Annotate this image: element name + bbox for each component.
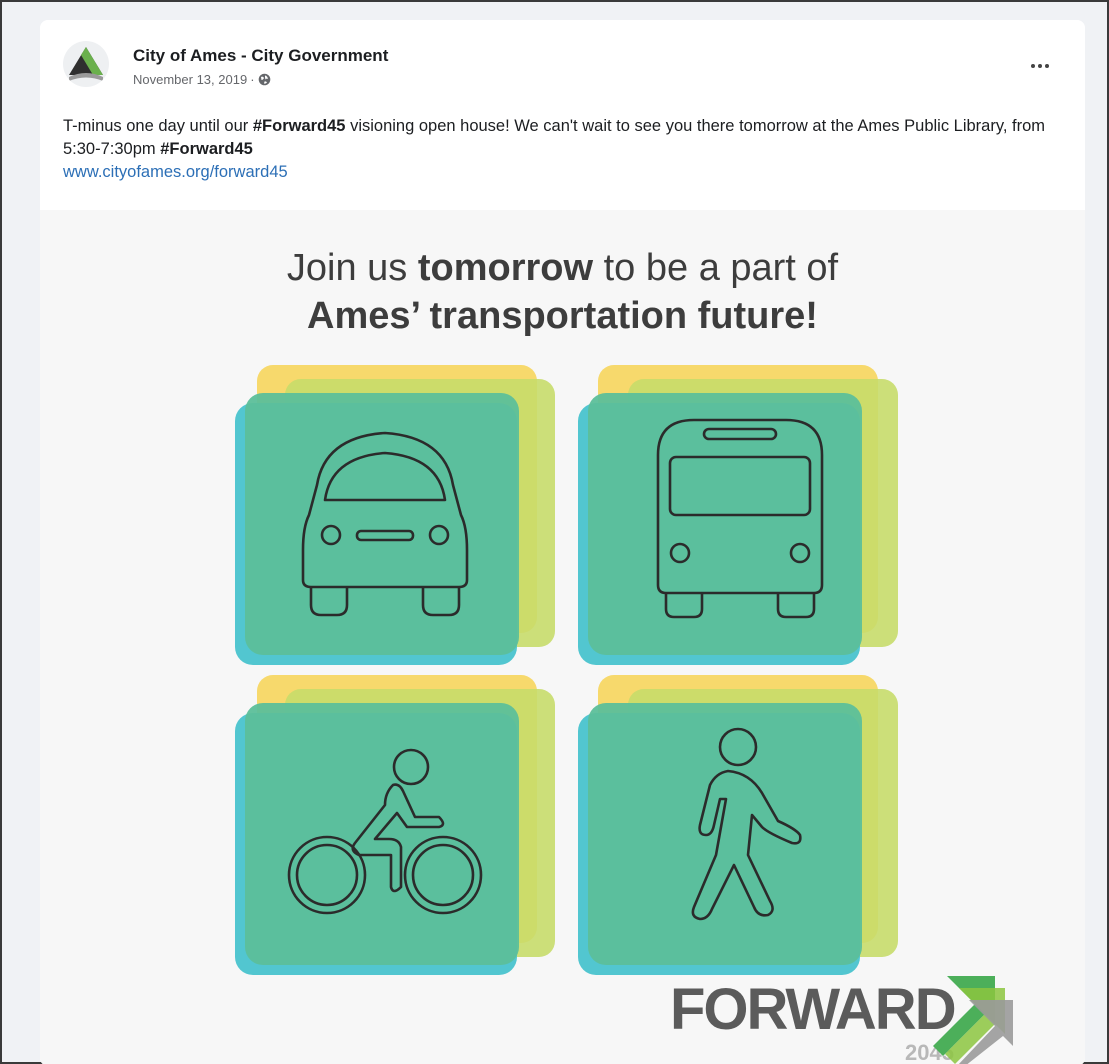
logo-word: FORWARD xyxy=(670,977,957,1042)
car-tile xyxy=(235,365,565,675)
hashtag-forward45-2[interactable]: #Forward45 xyxy=(160,140,253,158)
more-options-icon xyxy=(1031,64,1035,68)
post-body: T-minus one day until our #Forward45 vis… xyxy=(63,115,1053,184)
headline-bold: tomorrow xyxy=(417,247,594,289)
globe-icon xyxy=(258,73,271,86)
meta-separator: · xyxy=(250,72,255,87)
page-name-link[interactable]: City of Ames - City Government xyxy=(133,46,388,66)
bicycle-tile xyxy=(235,675,565,985)
post-meta: November 13, 2019 · xyxy=(133,72,271,87)
image-headline: Join us tomorrow to be a part of Ames’ t… xyxy=(40,244,1085,340)
more-options-button[interactable] xyxy=(1025,56,1055,76)
screenshot-frame: City of Ames - City Government November … xyxy=(0,0,1109,1064)
page-avatar[interactable] xyxy=(63,41,109,87)
headline-line2: Ames’ transportation future! xyxy=(307,295,818,337)
city-of-ames-logo-icon xyxy=(69,47,103,81)
forward45-link[interactable]: www.cityofames.org/forward45 xyxy=(63,161,1053,184)
post-image[interactable]: Join us tomorrow to be a part of Ames’ t… xyxy=(40,210,1085,1064)
headline-prefix: Join us xyxy=(286,247,418,289)
bus-tile xyxy=(578,365,908,675)
post-text-part1: T-minus one day until our xyxy=(63,117,253,135)
headline-suffix: to be a part of xyxy=(593,247,839,289)
forward-arrow-icon xyxy=(933,976,1013,1064)
pedestrian-tile xyxy=(578,675,908,985)
forward-2045-logo: FORWARD 2045 xyxy=(670,974,1030,1064)
post-date[interactable]: November 13, 2019 xyxy=(133,72,247,87)
facebook-post: City of Ames - City Government November … xyxy=(40,20,1085,1064)
hashtag-forward45[interactable]: #Forward45 xyxy=(253,117,346,135)
post-header: City of Ames - City Government November … xyxy=(40,20,1085,210)
